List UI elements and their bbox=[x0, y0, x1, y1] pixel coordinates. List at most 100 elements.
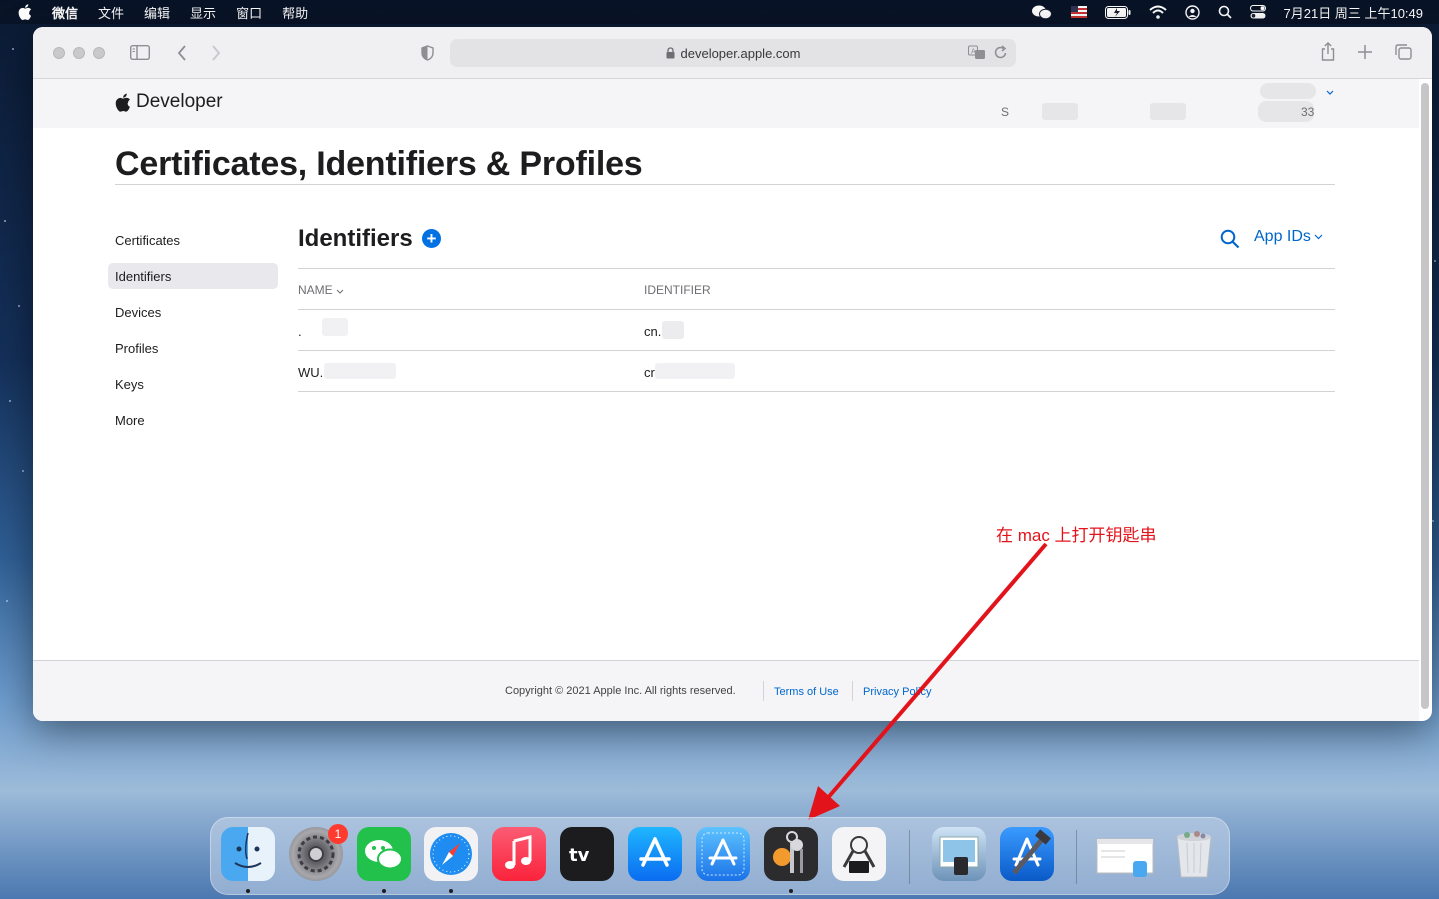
svg-text:tv: tv bbox=[569, 845, 590, 866]
finder-window-icon[interactable] bbox=[1095, 827, 1155, 881]
browser-toolbar: developer.apple.com A bbox=[33, 27, 1432, 79]
zoom-window-button[interactable] bbox=[93, 47, 105, 59]
redacted-block bbox=[322, 318, 348, 336]
menu-window[interactable]: 窗口 bbox=[236, 3, 262, 22]
menu-app-name[interactable]: 微信 bbox=[52, 3, 78, 22]
trash-icon[interactable] bbox=[1167, 827, 1221, 881]
page-title: Certificates, Identifiers & Profiles bbox=[115, 145, 643, 183]
close-window-button[interactable] bbox=[53, 47, 65, 59]
search-icon[interactable] bbox=[1220, 229, 1240, 249]
footer-divider bbox=[852, 681, 853, 701]
table-row[interactable]: . cn. bbox=[298, 310, 1335, 351]
safari-icon[interactable] bbox=[424, 827, 478, 881]
input-source-flag-icon[interactable] bbox=[1070, 6, 1087, 18]
dock: 1 tv bbox=[210, 817, 1230, 895]
page-scrollbar[interactable] bbox=[1421, 83, 1429, 709]
reload-icon[interactable] bbox=[994, 45, 1008, 60]
redacted-block bbox=[1260, 83, 1316, 99]
sidebar-item-profiles[interactable]: Profiles bbox=[108, 335, 278, 361]
table-header: NAME IDENTIFIER bbox=[298, 269, 1335, 310]
preview-icon[interactable] bbox=[932, 827, 986, 881]
menu-edit[interactable]: 编辑 bbox=[144, 3, 170, 22]
menu-help[interactable]: 帮助 bbox=[282, 3, 308, 22]
table-row[interactable]: WU. cr bbox=[298, 351, 1335, 392]
dock-divider bbox=[909, 830, 910, 884]
section-header: Identifiers + App IDs bbox=[298, 225, 1335, 269]
menu-view[interactable]: 显示 bbox=[190, 3, 216, 22]
menu-bar: 微信 文件 编辑 显示 窗口 帮助 7月21日 周三 上午10:49 bbox=[0, 0, 1439, 24]
redacted-block bbox=[662, 321, 684, 339]
sidebar-nav: Certificates Identifiers Devices Profile… bbox=[108, 227, 278, 443]
terms-of-use-link[interactable]: Terms of Use bbox=[774, 686, 839, 698]
system-information-icon[interactable] bbox=[832, 827, 886, 881]
identifier-column-header: IDENTIFIER bbox=[644, 283, 711, 297]
copyright-text: Copyright © 2021 Apple Inc. All rights r… bbox=[505, 685, 736, 697]
tab-overview-icon[interactable] bbox=[1395, 44, 1412, 60]
app-ids-filter-dropdown[interactable]: App IDs bbox=[1254, 228, 1323, 246]
minimize-window-button[interactable] bbox=[73, 47, 85, 59]
notification-badge: 1 bbox=[328, 824, 348, 844]
battery-icon[interactable] bbox=[1104, 5, 1131, 19]
new-tab-icon[interactable] bbox=[1358, 45, 1372, 59]
back-icon[interactable] bbox=[177, 45, 187, 61]
section-title: Identifiers bbox=[298, 225, 413, 252]
developer-logo[interactable]: Developer bbox=[115, 91, 223, 113]
row-identifier: cr bbox=[644, 365, 655, 380]
running-indicator bbox=[789, 889, 793, 893]
footer-divider bbox=[763, 681, 764, 701]
account-suffix: 33 bbox=[1301, 105, 1315, 119]
sidebar-item-devices[interactable]: Devices bbox=[108, 299, 278, 325]
row-identifier: cn. bbox=[644, 324, 662, 339]
xcode-icon[interactable] bbox=[1000, 827, 1054, 881]
running-indicator bbox=[449, 889, 453, 893]
title-divider bbox=[115, 184, 1335, 185]
privacy-shield-icon[interactable] bbox=[421, 45, 434, 61]
wifi-icon[interactable] bbox=[1148, 5, 1167, 19]
sidebar-item-certificates[interactable]: Certificates bbox=[108, 227, 278, 253]
apple-menu-icon[interactable] bbox=[18, 4, 32, 20]
page-footer: Copyright © 2021 Apple Inc. All rights r… bbox=[33, 660, 1419, 721]
redacted-block bbox=[655, 363, 735, 379]
name-header-label: NAME bbox=[298, 283, 333, 297]
menubar-clock[interactable]: 7月21日 周三 上午10:49 bbox=[1284, 3, 1423, 22]
filter-label: App IDs bbox=[1254, 228, 1311, 245]
row-name: WU. bbox=[298, 365, 324, 380]
running-indicator bbox=[382, 889, 386, 893]
dock-divider bbox=[1076, 830, 1077, 884]
apple-logo-icon bbox=[115, 93, 130, 112]
chevron-down-icon[interactable] bbox=[1326, 90, 1334, 96]
app-store-icon[interactable] bbox=[628, 827, 682, 881]
chevron-down-icon bbox=[1314, 234, 1323, 240]
translate-icon[interactable]: A bbox=[968, 45, 986, 60]
window-controls bbox=[53, 47, 105, 59]
developer-nav-bar: Developer S 33 bbox=[33, 79, 1419, 128]
user-account-icon[interactable] bbox=[1184, 4, 1200, 20]
apple-tv-icon[interactable]: tv bbox=[560, 827, 614, 881]
forward-icon[interactable] bbox=[211, 45, 221, 61]
music-icon[interactable] bbox=[492, 827, 546, 881]
wechat-icon[interactable] bbox=[357, 827, 411, 881]
finder-icon[interactable] bbox=[221, 827, 275, 881]
privacy-policy-link[interactable]: Privacy Policy bbox=[863, 686, 931, 698]
redacted-block bbox=[1150, 103, 1186, 120]
add-identifier-button[interactable]: + bbox=[422, 229, 441, 248]
sidebar-item-identifiers[interactable]: Identifiers bbox=[108, 263, 278, 289]
sidebar-toggle-icon[interactable] bbox=[130, 45, 150, 60]
share-icon[interactable] bbox=[1321, 42, 1335, 61]
account-name[interactable]: S bbox=[1001, 105, 1009, 119]
sidebar-item-more[interactable]: More bbox=[108, 407, 278, 433]
sort-chevron-icon bbox=[336, 289, 344, 294]
running-indicator bbox=[246, 889, 250, 893]
spotlight-search-icon[interactable] bbox=[1218, 5, 1232, 19]
sidebar-item-keys[interactable]: Keys bbox=[108, 371, 278, 397]
control-center-icon[interactable] bbox=[1249, 5, 1266, 19]
wechat-status-icon[interactable] bbox=[1031, 4, 1053, 20]
address-bar[interactable]: developer.apple.com A bbox=[450, 39, 1016, 67]
menu-file[interactable]: 文件 bbox=[98, 3, 124, 22]
name-column-header[interactable]: NAME bbox=[298, 283, 344, 297]
lock-icon bbox=[666, 47, 674, 59]
keychain-access-icon[interactable] bbox=[764, 827, 818, 881]
svg-text:A: A bbox=[971, 48, 976, 56]
xcode-app-store-icon[interactable] bbox=[696, 827, 750, 881]
url-text: developer.apple.com bbox=[680, 45, 801, 61]
